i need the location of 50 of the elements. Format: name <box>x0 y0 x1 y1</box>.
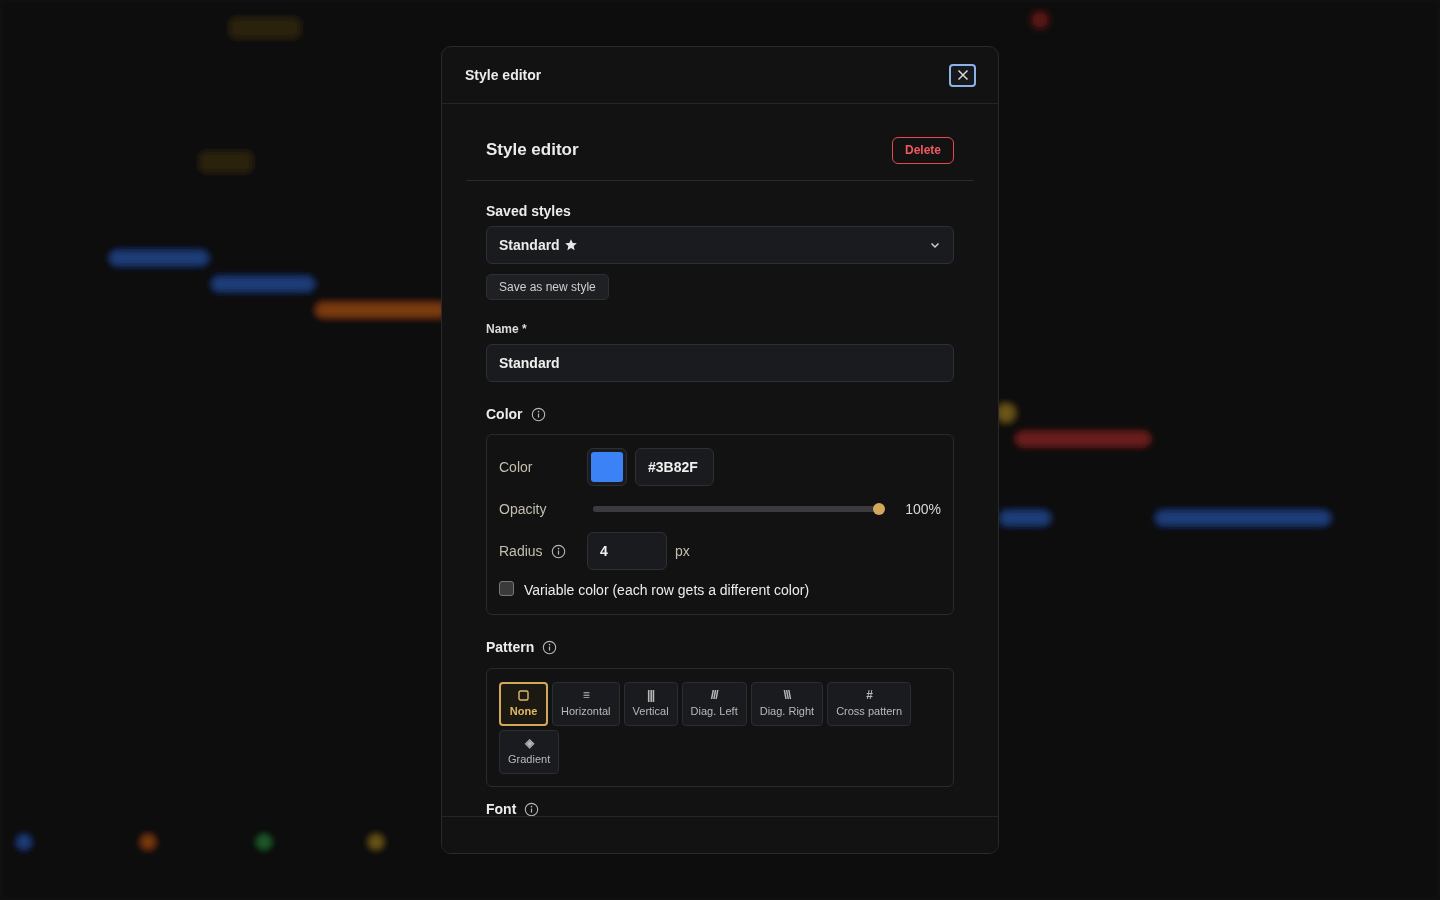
section-label: Font <box>486 801 517 816</box>
legend-dot <box>257 835 271 849</box>
style-select[interactable]: Standard <box>486 226 954 264</box>
row-label: Opacity <box>499 501 548 517</box>
pattern-option[interactable]: \\\ Diag. Right <box>750 682 824 726</box>
delete-button[interactable]: Delete <box>891 136 954 164</box>
pattern-glyph: ≡ <box>582 689 589 703</box>
row-label: Color <box>499 459 534 475</box>
close-button[interactable] <box>949 63 976 87</box>
legend-dot <box>369 835 383 849</box>
pattern-option[interactable]: ≡ Horizontal <box>552 682 620 726</box>
slider-thumb[interactable] <box>873 503 885 515</box>
pattern-option[interactable]: ||| Vertical <box>623 682 678 726</box>
pattern-glyph: /// <box>710 689 718 703</box>
checkbox-label: Variable color (each row gets a different color) <box>524 582 810 598</box>
legend-dot <box>17 835 31 849</box>
color-swatch[interactable] <box>587 448 627 486</box>
checkbox[interactable] <box>499 580 514 596</box>
field-label: Name * <box>486 322 528 336</box>
info-icon <box>542 640 558 655</box>
radius-input-field[interactable]: 4 <box>587 532 667 570</box>
pattern-glyph: # <box>866 689 872 703</box>
square-icon <box>518 689 529 701</box>
pattern-glyph: ◈ <box>525 737 534 751</box>
editor-title: Style editor <box>486 140 579 160</box>
opacity-reading: 100% <box>904 501 941 517</box>
dialog-title: Style editor <box>465 67 542 83</box>
pattern-option[interactable]: # Cross pattern <box>827 682 912 726</box>
save-as-new-style-button[interactable]: Save as new style <box>486 274 609 300</box>
pattern-glyph: \\\ <box>783 689 791 703</box>
row-label: Radius <box>499 543 543 559</box>
legend-dot <box>141 835 155 849</box>
pattern-option[interactable]: None <box>499 682 548 726</box>
pattern-option[interactable]: /// Diag. Left <box>681 682 747 726</box>
info-icon <box>550 543 566 559</box>
pattern-glyph: ||| <box>647 689 655 703</box>
milestone-dot <box>997 404 1015 422</box>
select-value: Standard <box>499 237 560 253</box>
unit-label: px <box>675 543 690 559</box>
field-label: Saved styles <box>486 203 571 220</box>
info-icon <box>530 407 546 422</box>
notification-dot <box>1032 12 1048 28</box>
pattern-option[interactable]: ◈ Gradient <box>499 730 560 774</box>
info-icon <box>524 802 540 816</box>
gantt-bar <box>1000 511 1050 525</box>
hex-input-field[interactable]: #3B82F <box>635 448 714 486</box>
section-label: Color <box>486 406 523 423</box>
name-input-field[interactable]: Standard <box>486 344 954 382</box>
section-label: Pattern <box>486 639 535 656</box>
close-icon <box>956 69 969 81</box>
